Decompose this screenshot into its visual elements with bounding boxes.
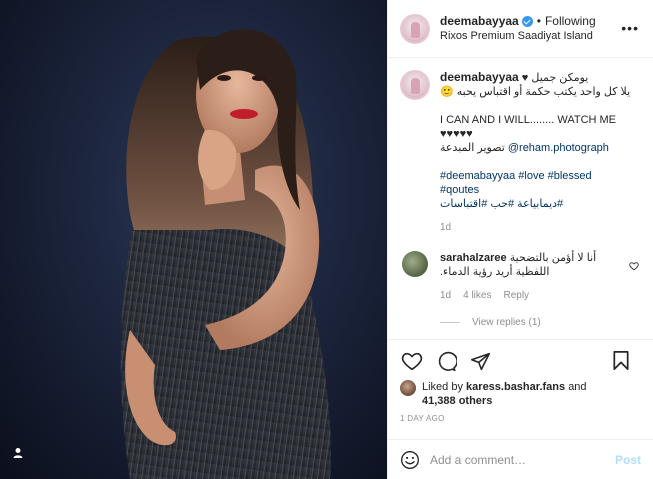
view-replies-label[interactable]: View replies (1) <box>472 317 541 328</box>
portrait-illustration <box>120 29 331 479</box>
liked-by-prefix: Liked by <box>422 381 463 393</box>
comment-text-1: أنا لا أؤمن بالتضحية <box>509 252 597 264</box>
hashtags-line-3[interactable]: #ديمابياعة #حب #اقتباسات <box>440 197 630 211</box>
share-paper-plane-icon[interactable] <box>468 349 492 373</box>
photographer-label: تصوير المبدعة <box>440 142 505 154</box>
post-photo[interactable] <box>0 0 387 479</box>
comments-area: deemabayyaa يومكن جميل ♥ يلا كل واحد يكت… <box>388 58 653 339</box>
like-heart-icon[interactable] <box>400 349 424 373</box>
comment-input[interactable] <box>430 452 615 467</box>
tagged-user-button[interactable] <box>12 447 34 469</box>
location-link[interactable]: Rixos Premium Saadiyat Island <box>440 29 596 44</box>
caption-line-3: I CAN AND I WILL........ WATCH ME <box>440 114 617 126</box>
photographer-mention-link[interactable]: @reham.photograph <box>508 142 609 154</box>
save-bookmark-icon[interactable] <box>609 348 633 372</box>
hashtags-line-2[interactable]: #qoutes <box>440 183 630 197</box>
likes-summary: Liked by karess.bashar.fans and 41,388 o… <box>400 380 641 408</box>
separator-dot: • <box>536 13 541 28</box>
more-options-icon[interactable]: ••• <box>621 21 639 35</box>
add-comment-bar: Post <box>388 439 653 479</box>
comment-bubble-icon[interactable] <box>434 349 458 373</box>
liker-avatar[interactable] <box>400 380 416 396</box>
liked-by-and: and <box>568 381 587 393</box>
view-replies-button[interactable]: View replies (1) <box>440 317 641 328</box>
post-comment-button[interactable]: Post <box>615 453 641 467</box>
comment-age[interactable]: 1d <box>440 289 451 303</box>
verified-icon <box>521 15 533 27</box>
emoji-icon[interactable] <box>400 450 420 470</box>
comment-like-heart-icon[interactable] <box>629 261 639 273</box>
post-side-panel: deemabayyaa • Following Rixos Premium Sa… <box>387 0 653 479</box>
actions-section: Liked by karess.bashar.fans and 41,388 o… <box>388 339 653 439</box>
person-icon <box>13 448 23 458</box>
others-count-link[interactable]: 41,388 others <box>422 395 492 407</box>
caption-hearts: ♥♥♥♥♥ <box>440 128 473 140</box>
author-username[interactable]: deemabayyaa <box>440 14 519 29</box>
comment-likes[interactable]: 4 likes <box>463 289 491 303</box>
caption-age[interactable]: 1d <box>440 221 630 235</box>
caption-line-1: يومكن جميل ♥ <box>521 72 589 84</box>
caption: deemabayyaa يومكن جميل ♥ يلا كل واحد يكت… <box>400 70 641 235</box>
instagram-post: deemabayyaa • Following Rixos Premium Sa… <box>0 0 653 479</box>
reply-button[interactable]: Reply <box>503 289 529 303</box>
comment-text-2: اللفظية أريد رؤية الدماء. <box>440 266 550 278</box>
hashtags-line-1[interactable]: #deemabayyaa #love #blessed <box>440 169 630 183</box>
author-avatar[interactable] <box>400 13 430 44</box>
caption-line-2: يلا كل واحد يكتب حكمة أو اقتباس يحبه 🙂 <box>440 86 631 98</box>
lips-shape <box>230 109 258 119</box>
following-button[interactable]: Following <box>545 14 596 29</box>
replies-divider <box>440 322 460 323</box>
commenter-avatar[interactable] <box>402 251 428 277</box>
comment-item: sarahalzaree أنا لا أؤمن بالتضحية اللفظي… <box>400 251 641 303</box>
caption-username[interactable]: deemabayyaa <box>440 70 519 84</box>
post-timestamp[interactable]: 1 DAY AGO <box>400 414 641 423</box>
post-header: deemabayyaa • Following Rixos Premium Sa… <box>388 0 653 58</box>
commenter-username[interactable]: sarahalzaree <box>440 252 507 264</box>
caption-avatar[interactable] <box>400 70 430 100</box>
liked-by-user-link[interactable]: karess.bashar.fans <box>466 381 565 393</box>
eye-right-shape <box>252 75 266 81</box>
eye-left-shape <box>217 75 231 81</box>
